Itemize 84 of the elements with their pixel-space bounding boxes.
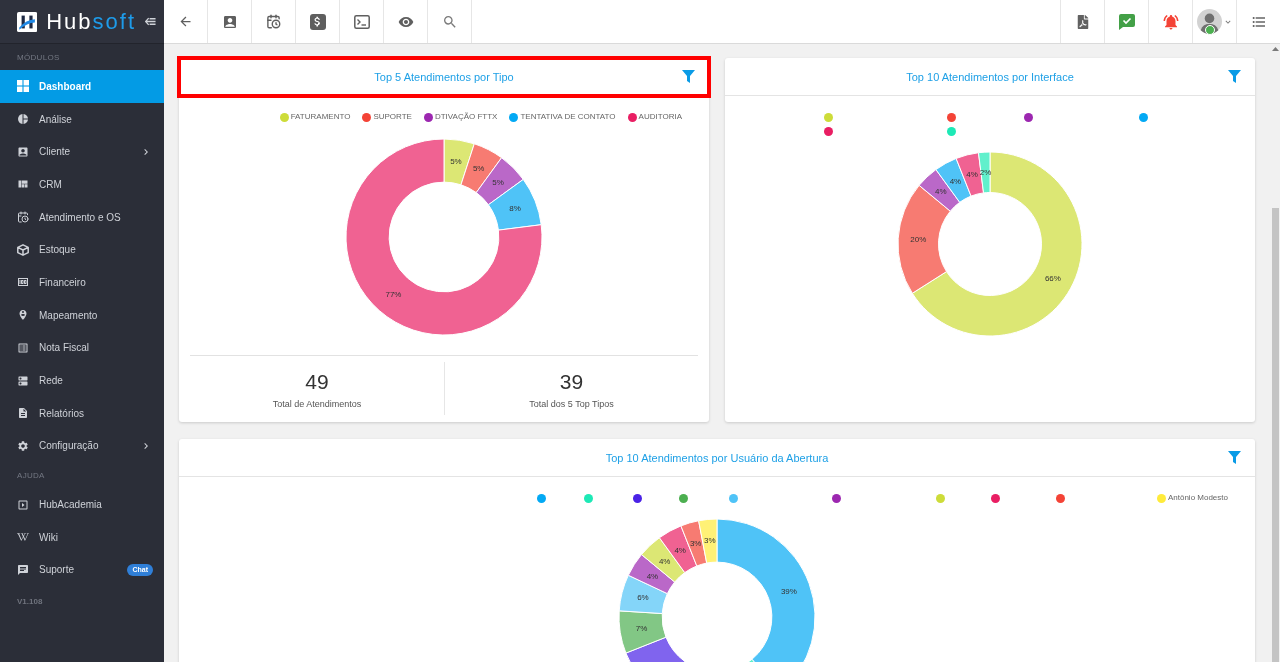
sidebar-item[interactable]: Configuração — [0, 429, 164, 463]
settings-icon — [17, 439, 29, 452]
slice-label: 20% — [910, 235, 927, 244]
document-icon — [17, 407, 29, 420]
slice-label: 66% — [1044, 274, 1061, 284]
sidebar-item[interactable]: Rede — [0, 364, 164, 397]
letter-w-icon — [17, 531, 29, 544]
sidebar-item[interactable]: Atendimento e OS — [0, 200, 164, 234]
filter-icon — [1228, 70, 1241, 83]
slice-label: 4% — [935, 187, 947, 197]
left-arrow-icon — [178, 14, 193, 29]
play-icon — [17, 498, 29, 511]
chat-check-icon — [1118, 13, 1135, 30]
banknote-icon — [17, 276, 29, 289]
cube-icon — [17, 243, 29, 256]
slice-label: 3% — [689, 539, 702, 549]
card-title: Top 5 Atendimentos por Tipo — [374, 70, 514, 83]
filter-button[interactable] — [1228, 451, 1241, 464]
stat-label: Total de Atendimentos — [272, 398, 362, 410]
slice-label: 5% — [450, 157, 462, 166]
search-icon — [441, 13, 458, 30]
stat-value: 39 — [559, 370, 584, 394]
board-icon — [17, 178, 29, 191]
sidebar-item[interactable]: Cliente — [0, 135, 164, 169]
sidebar-item[interactable]: Financeiro — [0, 266, 164, 299]
filter-icon — [1228, 451, 1241, 464]
slice-label: 4% — [966, 170, 978, 179]
slice-label: 4% — [646, 571, 659, 581]
logo-icon — [17, 10, 38, 33]
section-title: AJUDA — [16, 470, 46, 483]
sidebar-item[interactable]: Mapeamento — [0, 298, 164, 332]
filter-button[interactable] — [682, 70, 695, 83]
slice-label: 7% — [635, 624, 648, 634]
contact-card-icon — [17, 145, 29, 158]
terminal-icon — [353, 14, 370, 29]
sidebar-item[interactable]: Nota Fiscal — [0, 331, 164, 365]
slice-label: 4% — [658, 556, 671, 566]
filter-button[interactable] — [1228, 70, 1241, 83]
person-pin-icon — [17, 309, 29, 322]
slice-label: 8% — [509, 204, 521, 214]
donut-slice — [627, 554, 676, 595]
card-title: Top 10 Atendimentos por Interface — [906, 70, 1074, 83]
slice-label: 6% — [637, 593, 649, 603]
legend-label: DTIVAÇÃO FTTX — [434, 112, 498, 122]
sidebar-item[interactable]: Wiki — [0, 520, 164, 554]
logo-text: Hubsoft — [46, 9, 136, 34]
slice-label: 39% — [780, 586, 797, 596]
sidebar-item[interactable]: Análise — [0, 102, 164, 136]
scroll-up-arrow-icon[interactable] — [1271, 47, 1279, 51]
legend-label: Antônio Modesto — [1167, 493, 1228, 503]
grid-icon — [17, 80, 29, 93]
slice-label: 5% — [492, 178, 504, 188]
scrollbar-thumb[interactable] — [1271, 208, 1279, 662]
legend-label: AUDITORIA — [638, 112, 682, 122]
sidebar-item[interactable]: CRM — [0, 168, 164, 201]
left-arrow-lines-icon[interactable] — [145, 17, 156, 26]
stat-value: 49 — [305, 370, 329, 394]
donut-slice — [618, 574, 668, 615]
sidebar-item[interactable]: Estoque — [0, 233, 164, 267]
sidebar-item[interactable]: Relatórios — [0, 396, 164, 430]
legend-label: SUPORTE — [373, 112, 412, 122]
sidebar-item[interactable]: HubAcademia — [0, 488, 164, 521]
list-icon — [17, 341, 29, 354]
dollar-icon — [309, 13, 326, 30]
slice-label: 77% — [385, 289, 402, 299]
calendar-clock-icon — [266, 14, 281, 29]
pdf-file-icon — [1075, 14, 1090, 29]
section-title: MÓDULOS — [16, 52, 61, 64]
server-icon — [17, 374, 29, 387]
card-title: Top 10 Atendimentos por Usuário da Abertura — [605, 451, 829, 464]
pie-chart-icon — [17, 113, 29, 126]
slice-label: 5% — [472, 164, 485, 174]
bell-icon — [1161, 12, 1180, 31]
contact-card-icon — [221, 13, 238, 30]
slice-label: 4% — [949, 176, 962, 186]
legend-label: FATURAMENTO — [290, 112, 351, 122]
chat-bubble-icon — [17, 563, 29, 576]
filter-icon — [682, 70, 695, 83]
slice-label: 4% — [674, 545, 686, 555]
version-text: V1.108 — [16, 596, 44, 608]
calendar-clock-icon — [17, 211, 29, 224]
legend-label: TENTATIVA DE CONTATO — [520, 112, 616, 122]
slice-label: 3% — [704, 536, 716, 546]
stat-label: Total dos 5 Top Tipos — [529, 398, 614, 410]
